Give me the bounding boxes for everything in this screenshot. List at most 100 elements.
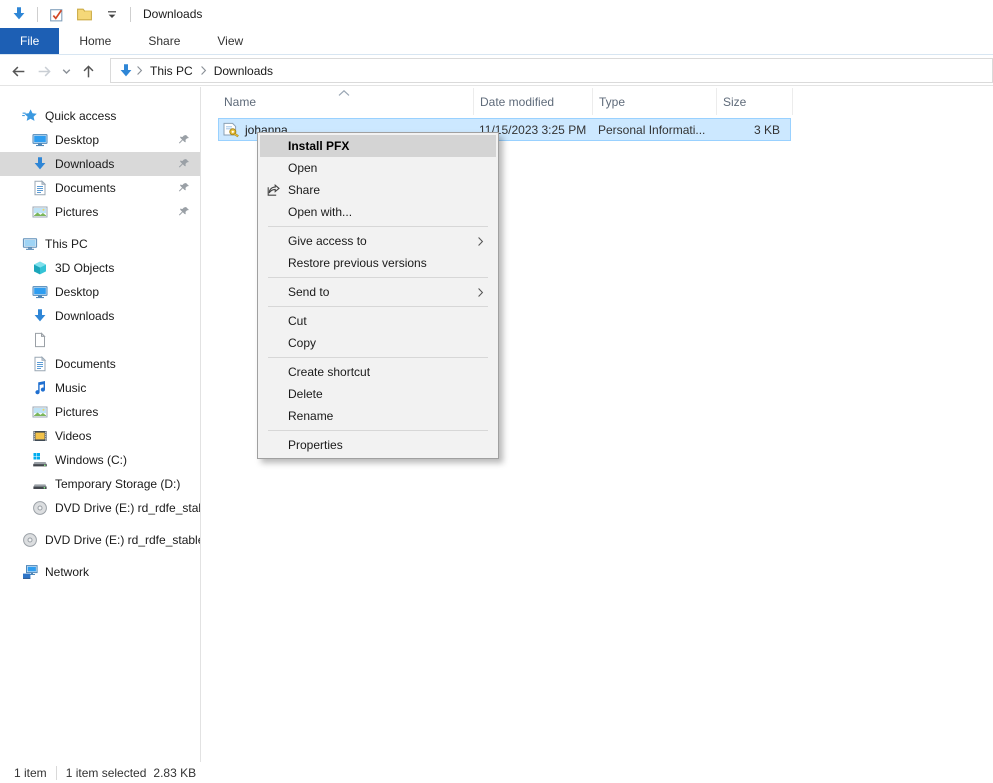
explorer-window: Downloads FileHomeShareView This PCDownl… [0, 0, 993, 783]
sidebar-item-pictures[interactable]: Pictures [0, 200, 200, 224]
address-folder-icon [118, 63, 134, 79]
sidebar-item-desktop[interactable]: Desktop [0, 280, 200, 304]
address-bar[interactable]: This PC Downloads [110, 58, 993, 83]
context-menu-item-copy[interactable]: Copy [258, 332, 498, 354]
up-button[interactable] [76, 59, 100, 83]
sidebar-item-temporary-storage-d[interactable]: Temporary Storage (D:) [0, 472, 200, 496]
sidebar-item-this-pc[interactable]: This PC [0, 232, 200, 256]
qat-new-folder-button[interactable] [73, 3, 95, 25]
sidebar-item-label: Downloads [55, 309, 114, 323]
sidebar-item-network[interactable]: Network [0, 560, 200, 584]
downloads-icon [11, 6, 27, 22]
folder-icon [76, 6, 93, 23]
sidebar-item-label: Temporary Storage (D:) [55, 477, 180, 491]
sidebar-item-music[interactable]: Music [0, 376, 200, 400]
ribbon-tab-strip: FileHomeShareView [0, 28, 993, 55]
context-menu-item-restore-previous-versions[interactable]: Restore previous versions [258, 252, 498, 274]
title-bar: Downloads [0, 0, 993, 28]
menu-item-label: Create shortcut [288, 365, 370, 379]
arrow-back-icon [10, 63, 27, 80]
sidebar-item-quick-access[interactable]: Quick access [0, 104, 200, 128]
window-title: Downloads [143, 7, 202, 21]
sidebar-item-windows-c[interactable]: Windows (C:) [0, 448, 200, 472]
sidebar-item-dvd-drive-e-rd-rdfe-stable[interactable]: DVD Drive (E:) rd_rdfe_stable [0, 496, 200, 520]
menu-separator [268, 277, 488, 278]
sidebar-item-documents[interactable]: Documents [0, 176, 200, 200]
forward-button[interactable] [32, 59, 56, 83]
qat-properties-button[interactable] [45, 3, 67, 25]
sidebar-item-downloads[interactable]: Downloads [0, 152, 200, 176]
sidebar-item-label: Pictures [55, 205, 98, 219]
document-icon [32, 356, 48, 372]
sidebar-item-label: This PC [45, 237, 88, 251]
sidebar-item-videos[interactable]: Videos [0, 424, 200, 448]
menu-item-label: Properties [288, 438, 343, 452]
sidebar-item-label: Network [45, 565, 89, 579]
sidebar-item-blank[interactable] [0, 328, 200, 352]
column-header-label: Type [599, 95, 625, 109]
cube-icon [32, 260, 48, 276]
sidebar-item-documents[interactable]: Documents [0, 352, 200, 376]
breadcrumb-segment-downloads[interactable]: Downloads [207, 59, 280, 82]
breadcrumb-chevron-icon [136, 65, 143, 76]
submenu-arrow-icon [477, 287, 490, 298]
os-drive-icon [32, 452, 48, 468]
context-menu-item-give-access-to[interactable]: Give access to [258, 230, 498, 252]
ribbon-tab-home[interactable]: Home [62, 28, 128, 54]
status-item-count: 1 item [14, 766, 47, 780]
context-menu-item-share[interactable]: Share [258, 179, 498, 201]
context-menu-item-open-with[interactable]: Open with... [258, 201, 498, 223]
context-menu-item-delete[interactable]: Delete [258, 383, 498, 405]
sidebar-item-label: Windows (C:) [55, 453, 127, 467]
menu-separator [268, 357, 488, 358]
ribbon-tab-file[interactable]: File [0, 28, 59, 54]
context-menu-item-open[interactable]: Open [258, 157, 498, 179]
menu-item-label: Send to [288, 285, 329, 299]
document-icon [32, 180, 48, 196]
pin-icon [177, 157, 191, 171]
context-menu-item-rename[interactable]: Rename [258, 405, 498, 427]
menu-separator [268, 306, 488, 307]
column-header-label: Date modified [480, 95, 554, 109]
star-icon [22, 108, 38, 124]
column-header-type[interactable]: Type [593, 88, 717, 115]
back-button[interactable] [6, 59, 30, 83]
sidebar-item-label: Desktop [55, 285, 99, 299]
qat-chevron-icon [106, 8, 118, 20]
qat-customize-button[interactable] [101, 3, 123, 25]
context-menu-item-install-pfx[interactable]: Install PFX [260, 135, 496, 157]
sidebar-item-label: 3D Objects [55, 261, 114, 275]
status-separator [56, 766, 57, 780]
context-menu-item-send-to[interactable]: Send to [258, 281, 498, 303]
sidebar-item-label: Documents [55, 357, 116, 371]
sidebar-item-dvd-drive-e-rd-rdfe-stable-t[interactable]: DVD Drive (E:) rd_rdfe_stable.T [0, 528, 200, 552]
arrow-forward-disabled-icon [36, 63, 53, 80]
context-menu-item-properties[interactable]: Properties [258, 434, 498, 456]
column-header-date-modified[interactable]: Date modified [474, 88, 593, 115]
menu-item-label: Rename [288, 409, 333, 423]
pin-icon [177, 205, 191, 219]
sidebar-item-label: Music [55, 381, 86, 395]
breadcrumb: This PC Downloads [136, 59, 280, 82]
sidebar-item-desktop[interactable]: Desktop [0, 128, 200, 152]
sidebar-item-downloads[interactable]: Downloads [0, 304, 200, 328]
ribbon-tab-share[interactable]: Share [131, 28, 197, 54]
file-type: Personal Informati... [592, 123, 716, 137]
menu-item-label: Copy [288, 336, 316, 350]
drive-icon [32, 476, 48, 492]
context-menu-item-create-shortcut[interactable]: Create shortcut [258, 361, 498, 383]
sidebar-item-3d-objects[interactable]: 3D Objects [0, 256, 200, 280]
sidebar-item-label: DVD Drive (E:) rd_rdfe_stable.T [45, 533, 200, 547]
column-header-size[interactable]: Size [717, 88, 793, 115]
qat-separator [37, 7, 38, 22]
column-header-label: Name [224, 95, 256, 109]
pfx-certificate-icon [222, 122, 240, 138]
recent-locations-button[interactable] [54, 59, 78, 83]
ribbon-tab-view[interactable]: View [200, 28, 260, 54]
column-header-name[interactable]: Name [218, 88, 474, 115]
breadcrumb-segment-this-pc[interactable]: This PC [143, 59, 200, 82]
context-menu-item-cut[interactable]: Cut [258, 310, 498, 332]
sidebar-item-label: Videos [55, 429, 91, 443]
sidebar-item-label: Downloads [55, 157, 114, 171]
sidebar-item-pictures[interactable]: Pictures [0, 400, 200, 424]
